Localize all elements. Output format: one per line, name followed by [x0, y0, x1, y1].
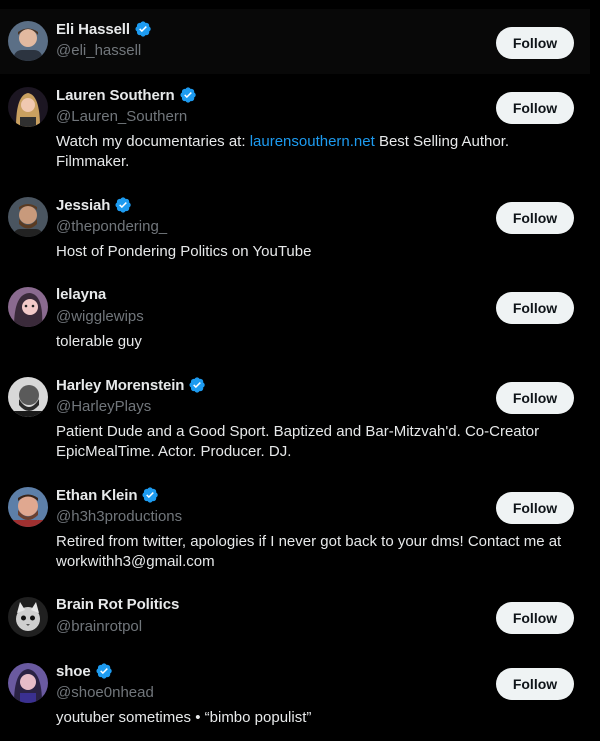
user-handle[interactable]: @HarleyPlays: [56, 398, 151, 415]
avatar[interactable]: [8, 287, 48, 327]
user-cell[interactable]: Harley Morenstein @HarleyPlays Patient D…: [0, 365, 590, 475]
user-bio: tolerable guy: [56, 333, 142, 350]
avatar[interactable]: [8, 597, 48, 637]
user-bio: Patient Dude and a Good Sport. Baptized …: [56, 423, 540, 460]
user-handle[interactable]: @brainrotpol: [56, 618, 142, 635]
user-handle[interactable]: @Lauren_Southern: [56, 108, 187, 125]
user-bio: Host of Pondering Politics on YouTube: [56, 243, 312, 260]
user-bio: youtuber sometimes • “bimbo populist”: [56, 709, 312, 726]
user-cell[interactable]: Ethan Klein @h3h3productions Retired fro…: [0, 475, 590, 585]
follow-button[interactable]: Follow: [496, 292, 574, 324]
verified-badge-icon: [135, 21, 151, 37]
user-name[interactable]: Harley Morenstein: [56, 377, 184, 394]
user-cell[interactable]: lelayna @wigglewips tolerable guy Follow: [0, 275, 590, 365]
user-name[interactable]: shoe: [56, 663, 91, 680]
avatar[interactable]: [8, 87, 48, 127]
user-handle[interactable]: @shoe0nhead: [56, 684, 154, 701]
user-cell[interactable]: shoe @shoe0nhead youtuber sometimes • “b…: [0, 651, 590, 741]
verified-badge-icon: [179, 87, 196, 103]
follow-button[interactable]: Follow: [496, 668, 574, 700]
user-cell[interactable]: Eli Hassell @eli_hassell Follow: [0, 9, 590, 74]
user-cell[interactable]: Jessiah @thepondering_ Host of Pondering…: [0, 185, 590, 275]
user-bio: Watch my documentaries at: laurensouther…: [56, 132, 571, 172]
avatar[interactable]: [8, 21, 48, 61]
user-name[interactable]: Jessiah: [56, 197, 110, 214]
user-name[interactable]: Lauren Southern: [56, 87, 175, 104]
follow-button[interactable]: Follow: [496, 27, 574, 59]
follow-button[interactable]: Follow: [496, 492, 574, 524]
avatar[interactable]: [8, 487, 48, 527]
avatar[interactable]: [8, 663, 48, 703]
user-name[interactable]: Eli Hassell: [56, 21, 130, 38]
bio-link[interactable]: laurensouthern.net: [250, 133, 375, 150]
verified-badge-icon: [189, 377, 206, 393]
user-bio: Retired from twitter, apologies if I nev…: [56, 533, 562, 570]
follow-button[interactable]: Follow: [496, 602, 574, 634]
scrollbar[interactable]: [590, 0, 600, 741]
user-handle[interactable]: @thepondering_: [56, 218, 167, 235]
user-name[interactable]: lelayna: [56, 286, 106, 303]
follow-button[interactable]: Follow: [496, 92, 574, 124]
avatar[interactable]: [8, 197, 48, 237]
follow-button[interactable]: Follow: [496, 202, 574, 234]
user-handle[interactable]: @wigglewips: [56, 308, 144, 325]
user-handle[interactable]: @eli_hassell: [56, 42, 141, 59]
verified-badge-icon: [96, 663, 112, 679]
user-name[interactable]: Brain Rot Politics: [56, 596, 179, 613]
user-cell[interactable]: Lauren Southern @Lauren_Southern Watch m…: [0, 75, 590, 185]
avatar[interactable]: [8, 377, 48, 417]
user-name[interactable]: Ethan Klein: [56, 487, 138, 504]
user-handle[interactable]: @h3h3productions: [56, 508, 182, 525]
user-cell[interactable]: Brain Rot Politics @brainrotpol Follow: [0, 585, 590, 651]
follow-button[interactable]: Follow: [496, 382, 574, 414]
verified-badge-icon: [142, 487, 159, 503]
verified-badge-icon: [115, 197, 132, 213]
bio-text: Watch my documentaries at:: [56, 133, 250, 150]
